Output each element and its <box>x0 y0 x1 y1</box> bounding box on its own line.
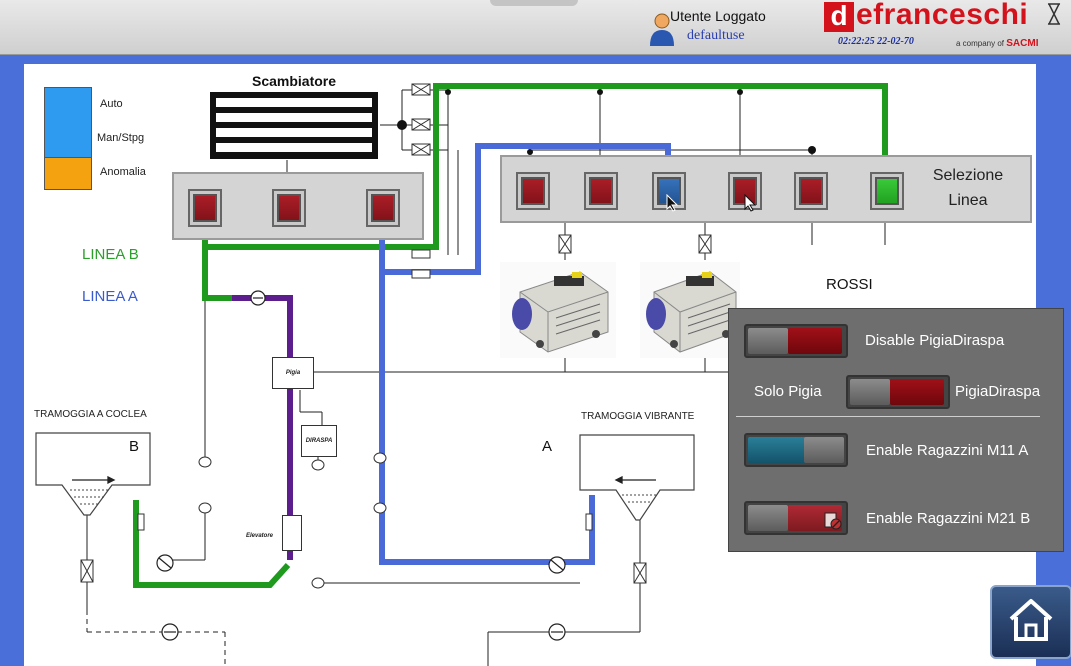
exchanger-valve-2[interactable] <box>272 189 306 227</box>
elevatore-label: Elevatore <box>246 533 274 539</box>
hopper-vibrante-label: TRAMOGGIA VIBRANTE <box>581 411 695 422</box>
hopper-b-letter: B <box>129 438 140 455</box>
hopper-coclea-label: TRAMOGGIA A COCLEA <box>34 409 147 420</box>
legend-manstpg-label: Man/Stpg <box>97 132 145 144</box>
enable-m21b-toggle[interactable] <box>744 501 848 535</box>
enable-m11a-label: Enable Ragazzini M11 A <box>866 442 1029 459</box>
legend-auto-swatch <box>44 87 92 159</box>
legend-anomalia-swatch <box>44 157 92 190</box>
home-button[interactable] <box>990 585 1071 659</box>
disable-pigiadiraspa-toggle[interactable] <box>744 324 848 358</box>
exchanger-valve-3[interactable] <box>366 189 400 227</box>
legend-auto-label: Auto <box>100 98 123 110</box>
select-valve-2[interactable] <box>584 172 618 210</box>
selection-label: Selezione Linea <box>932 167 1004 209</box>
cursor-icon <box>744 194 756 212</box>
crusher-machine-1 <box>500 262 616 358</box>
elevatore-box <box>282 515 302 551</box>
exchanger-valve-1[interactable] <box>188 189 222 227</box>
exchanger-title: Scambiatore <box>252 73 337 89</box>
line-a-label: LINEA A <box>82 288 138 305</box>
disable-pigiadiraspa-label: Disable PigiaDiraspa <box>865 332 1005 349</box>
line-b-label: LINEA B <box>82 246 139 263</box>
select-valve-1[interactable] <box>516 172 550 210</box>
lock-icon <box>824 512 842 530</box>
pigia-box[interactable]: Pigia <box>272 357 314 389</box>
legend-anomalia-label: Anomalia <box>100 166 146 178</box>
rossi-label: ROSSI <box>826 276 873 293</box>
select-valve-5[interactable] <box>794 172 828 210</box>
cursor-icon <box>666 194 678 212</box>
pigiadiraspa-label: PigiaDiraspa <box>955 383 1041 400</box>
select-valve-6[interactable] <box>870 172 904 210</box>
crusher-machine-2 <box>640 262 740 358</box>
hopper-a-letter: A <box>542 438 553 455</box>
pigia-mode-toggle[interactable] <box>846 375 950 409</box>
enable-m21b-label: Enable Ragazzini M21 B <box>866 510 1031 527</box>
control-divider <box>736 416 1040 417</box>
home-icon <box>1009 599 1053 641</box>
diraspa-box[interactable]: DIRASPA <box>301 425 337 457</box>
solo-pigia-label: Solo Pigia <box>754 383 822 400</box>
enable-m11a-toggle[interactable] <box>744 433 848 467</box>
